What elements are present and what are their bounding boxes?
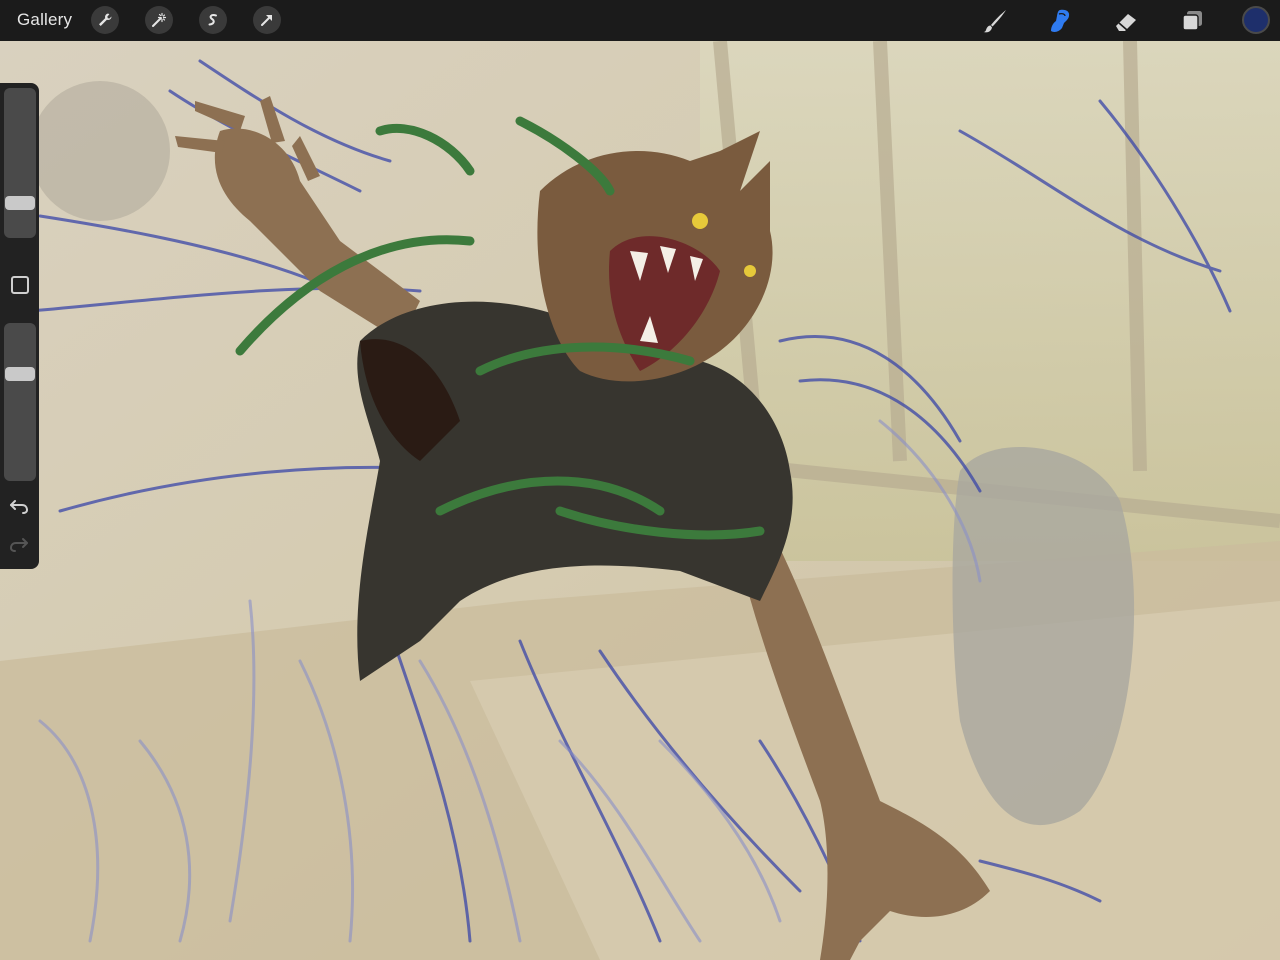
layers-button[interactable] — [1175, 4, 1209, 38]
redo-icon — [9, 538, 28, 552]
redo-button[interactable] — [8, 533, 30, 555]
gallery-button[interactable]: Gallery — [17, 10, 72, 30]
actions-button[interactable] — [91, 6, 119, 34]
left-sidebar — [0, 83, 39, 569]
eraser-tool[interactable] — [1108, 4, 1142, 38]
adjustments-button[interactable] — [145, 6, 173, 34]
eraser-icon — [1116, 14, 1136, 31]
opacity-thumb[interactable] — [5, 366, 35, 381]
artwork — [0, 41, 1280, 960]
lamp-shape — [30, 81, 170, 221]
selection-button[interactable] — [199, 6, 227, 34]
layers-icon — [1182, 11, 1202, 31]
magic-wand-icon — [152, 12, 167, 27]
smudge-icon — [1051, 9, 1070, 32]
brush-tool[interactable] — [978, 4, 1012, 38]
color-picker-button[interactable] — [1242, 6, 1270, 34]
modify-button[interactable] — [11, 276, 29, 294]
top-toolbar: Gallery — [0, 0, 1280, 41]
smudge-tool[interactable] — [1043, 4, 1077, 38]
transform-arrow-icon — [261, 15, 272, 26]
selection-icon — [208, 14, 217, 26]
brush-size-thumb[interactable] — [5, 196, 35, 211]
brush-icon — [983, 10, 1006, 33]
drawing-canvas[interactable] — [0, 41, 1280, 960]
left-eye — [692, 213, 708, 229]
transform-button[interactable] — [253, 6, 281, 34]
right-eye — [744, 265, 756, 277]
undo-button[interactable] — [8, 495, 30, 517]
undo-icon — [10, 500, 29, 514]
brush-size-slider[interactable] — [4, 88, 36, 238]
opacity-slider[interactable] — [4, 323, 36, 481]
wrench-icon — [99, 13, 112, 26]
